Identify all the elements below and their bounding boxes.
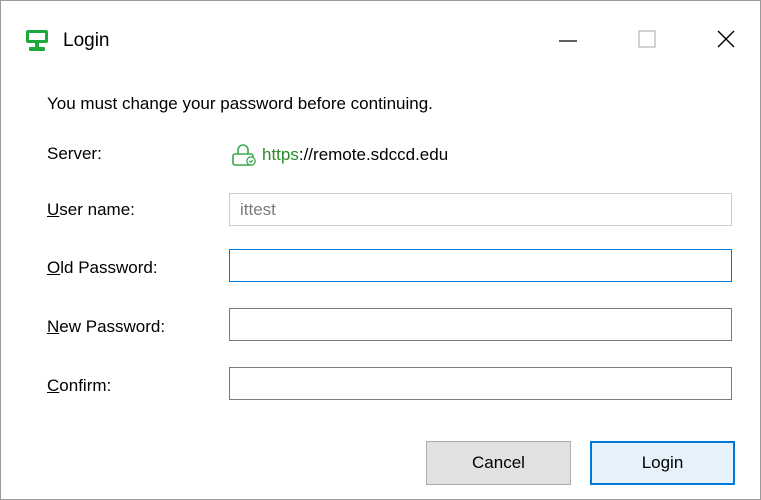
new-password-label: New Password: bbox=[47, 317, 165, 337]
close-button[interactable] bbox=[703, 19, 749, 59]
old-password-label-rest: ld Password: bbox=[60, 258, 158, 277]
username-field bbox=[229, 193, 732, 226]
minimize-icon bbox=[559, 40, 577, 42]
username-label-rest: ser name: bbox=[59, 200, 135, 219]
new-password-label-accelerator: N bbox=[47, 317, 60, 336]
old-password-label: Old Password: bbox=[47, 258, 158, 278]
confirm-label-accelerator: C bbox=[47, 376, 60, 395]
maximize-button[interactable] bbox=[624, 19, 670, 59]
url-host: ://remote.sdccd.edu bbox=[298, 145, 449, 164]
username-label: User name: bbox=[47, 200, 135, 220]
cancel-button[interactable]: Cancel bbox=[426, 441, 571, 485]
maximize-icon bbox=[638, 30, 656, 48]
green-monitor-icon bbox=[26, 30, 48, 51]
confirm-label-rest: onfirm: bbox=[59, 376, 112, 395]
new-password-label-rest: ew Password: bbox=[59, 317, 166, 336]
old-password-label-accelerator: O bbox=[47, 258, 61, 277]
close-icon bbox=[717, 30, 735, 48]
username-label-accelerator: U bbox=[47, 200, 60, 219]
secure-lock-icon bbox=[232, 144, 256, 166]
title-bar: Login bbox=[1, 1, 760, 79]
minimize-button[interactable] bbox=[545, 19, 591, 59]
change-password-message: You must change your password before con… bbox=[47, 94, 433, 113]
confirm-password-field[interactable] bbox=[229, 367, 732, 400]
url-scheme: https bbox=[262, 145, 299, 164]
confirm-label: Confirm: bbox=[47, 376, 111, 396]
server-label: Server: bbox=[47, 144, 102, 163]
login-button[interactable]: Login bbox=[590, 441, 735, 485]
new-password-field[interactable] bbox=[229, 308, 732, 341]
login-dialog: Login You must change your password befo… bbox=[0, 0, 761, 500]
server-url: https://remote.sdccd.edu bbox=[231, 144, 448, 166]
window-title: Login bbox=[63, 30, 110, 51]
old-password-field[interactable] bbox=[229, 249, 732, 282]
